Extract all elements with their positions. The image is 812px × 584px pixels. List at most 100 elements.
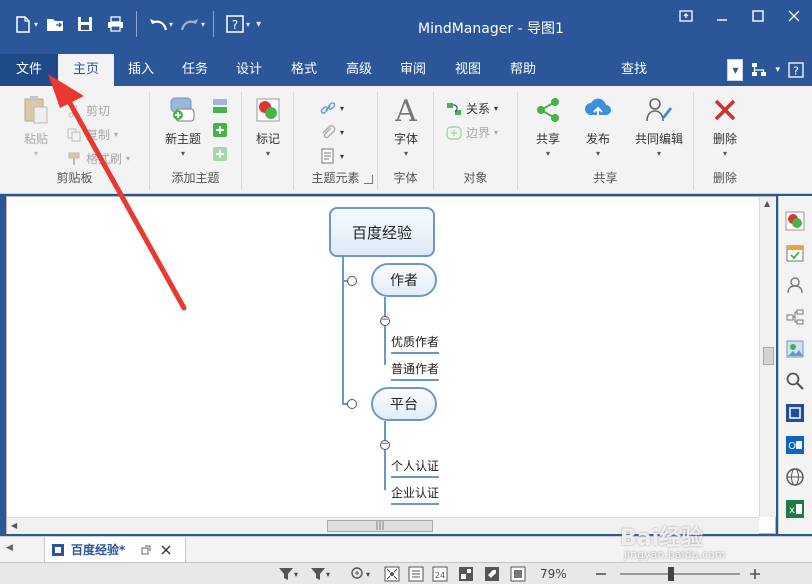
print-icon[interactable]	[102, 10, 128, 38]
mindjet-files-pane-icon[interactable]	[783, 400, 807, 426]
add-floating-topic-button[interactable]	[212, 146, 228, 162]
subtopic-icon	[212, 98, 228, 114]
font-button[interactable]: A 字体 ▾	[384, 94, 428, 158]
zoom-out-icon[interactable]	[594, 566, 608, 582]
outline-view-icon[interactable]	[408, 566, 424, 582]
map-canvas[interactable]: 百度经验 作者 − 优质作者 普通作者 平台 − 个人认证 企业认证 ▲ ◀ |…	[6, 196, 776, 534]
zoom-tool-icon[interactable]: ▾	[350, 566, 370, 582]
branch-connector-dot	[347, 399, 357, 409]
collapse-toggle-icon[interactable]: −	[380, 440, 390, 450]
save-icon[interactable]	[72, 10, 98, 38]
close-icon[interactable]	[776, 0, 812, 32]
add-subtopic-button[interactable]	[212, 98, 228, 114]
collapse-toggle-icon[interactable]: −	[380, 316, 390, 326]
marker-button[interactable]: 标记 ▾	[246, 94, 290, 158]
tab-insert[interactable]: 插入	[114, 54, 168, 86]
cut-button[interactable]: 剪切	[66, 102, 110, 119]
copy-button[interactable]: 复制 ▾	[66, 126, 118, 143]
hyperlink-button[interactable]: ▾	[320, 100, 344, 116]
map-view-icon[interactable]	[384, 566, 400, 582]
subtopic-normal-author[interactable]: 普通作者	[391, 360, 440, 381]
topic-platform[interactable]: 平台	[371, 387, 437, 421]
excel-icon[interactable]: x	[783, 496, 807, 522]
filter-icon[interactable]: ▾	[278, 566, 298, 582]
tab-help[interactable]: 帮助	[496, 54, 550, 86]
undo-icon[interactable]	[145, 10, 171, 38]
share-button[interactable]: 共享 ▾	[526, 94, 570, 158]
vertical-scroll-thumb[interactable]	[763, 347, 774, 365]
scroll-left-icon[interactable]: ◀	[6, 543, 13, 553]
chevron-down-icon[interactable]: ▾	[169, 20, 173, 29]
resources-pane-icon[interactable]	[783, 272, 807, 298]
group-share: 共享 ▾ 发布 ▾ 共同编辑 ▾ 共享	[518, 92, 694, 190]
window-controls	[668, 0, 812, 32]
publish-button[interactable]: 发布 ▾	[576, 94, 620, 158]
pop-out-icon[interactable]	[141, 545, 151, 555]
library-pane-icon[interactable]	[783, 336, 807, 362]
ribbon-display-dropdown[interactable]: ▾	[727, 59, 744, 81]
help-icon[interactable]: ?	[222, 10, 248, 38]
tab-find[interactable]: 查找	[604, 54, 664, 86]
chevron-down-icon[interactable]: ▾	[775, 65, 780, 75]
paste-button[interactable]: 粘贴 ▾	[14, 94, 58, 158]
help-icon[interactable]: ?	[786, 59, 806, 81]
browser-globe-icon[interactable]	[783, 464, 807, 490]
task-info-pane-icon[interactable]	[783, 240, 807, 266]
attachment-button[interactable]: ▾	[320, 124, 344, 140]
delete-button[interactable]: 删除 ▾	[702, 94, 748, 158]
coedit-button[interactable]: 共同编辑 ▾	[626, 94, 692, 158]
format-painter-button[interactable]: 格式刷 ▾	[66, 150, 130, 167]
subtopic-quality-author[interactable]: 优质作者	[391, 333, 440, 354]
open-folder-icon[interactable]	[42, 10, 68, 38]
tab-file[interactable]: 文件	[0, 54, 58, 86]
group-label: 剪贴板	[56, 171, 93, 185]
tab-task[interactable]: 任务	[168, 54, 222, 86]
markers-pane-icon[interactable]	[783, 208, 807, 234]
outlook-icon[interactable]: O	[783, 432, 807, 458]
redo-icon[interactable]	[177, 10, 203, 38]
coedit-users-icon	[643, 94, 675, 126]
tab-advanced[interactable]: 高级	[332, 54, 386, 86]
gantt-view-icon[interactable]: 24	[432, 566, 448, 582]
central-topic[interactable]: 百度经验	[329, 207, 435, 257]
tab-design[interactable]: 设计	[222, 54, 276, 86]
tag-view-icon[interactable]	[484, 566, 500, 582]
maximize-icon[interactable]	[740, 0, 776, 32]
tab-home[interactable]: 主页	[58, 54, 114, 86]
tab-format[interactable]: 格式	[276, 54, 332, 86]
chevron-down-icon[interactable]: ▾	[34, 20, 38, 29]
chevron-down-icon[interactable]: ▾	[246, 20, 250, 29]
filter-quick-icon[interactable]: ▾	[310, 566, 330, 582]
group-label: 删除	[712, 171, 737, 185]
close-icon[interactable]	[161, 545, 171, 555]
boundary-button[interactable]: 边界 ▾	[446, 124, 498, 141]
scroll-up-icon[interactable]: ▲	[764, 199, 770, 208]
new-document-icon[interactable]	[10, 10, 36, 38]
zoom-slider[interactable]	[620, 566, 740, 582]
horizontal-scroll-thumb[interactable]: |||	[327, 520, 433, 532]
tab-view[interactable]: 视图	[440, 54, 496, 86]
notes-button[interactable]: ▾	[320, 148, 344, 164]
vertical-scrollbar[interactable]: ▲	[759, 197, 776, 517]
group-label: 对象	[463, 171, 488, 185]
relationship-button[interactable]: 关系 ▾	[446, 100, 498, 117]
restore-ribbon-icon[interactable]	[668, 0, 704, 32]
topic-author[interactable]: 作者	[371, 263, 437, 297]
dialog-launcher-icon[interactable]	[364, 175, 373, 184]
org-chart-icon[interactable]	[749, 59, 769, 81]
new-topic-button[interactable]: 新主题 ▾	[158, 94, 208, 158]
schedule-view-icon[interactable]	[458, 566, 474, 582]
tab-review[interactable]: 审阅	[386, 54, 440, 86]
scroll-left-icon[interactable]: ◀	[11, 521, 17, 530]
add-callout-button[interactable]	[212, 122, 228, 138]
search-icon[interactable]	[783, 368, 807, 394]
print-preview-icon[interactable]	[510, 566, 526, 582]
zoom-in-icon[interactable]	[748, 566, 762, 582]
map-parts-pane-icon[interactable]	[783, 304, 807, 330]
minimize-icon[interactable]	[704, 0, 740, 32]
document-tab[interactable]: 百度经验*	[44, 537, 186, 563]
subtopic-enterprise-certification[interactable]: 企业认证	[391, 484, 440, 505]
subtopic-personal-certification[interactable]: 个人认证	[391, 457, 440, 478]
customize-toolbar-icon[interactable]: ▾	[256, 19, 261, 30]
chevron-down-icon[interactable]: ▾	[201, 20, 205, 29]
